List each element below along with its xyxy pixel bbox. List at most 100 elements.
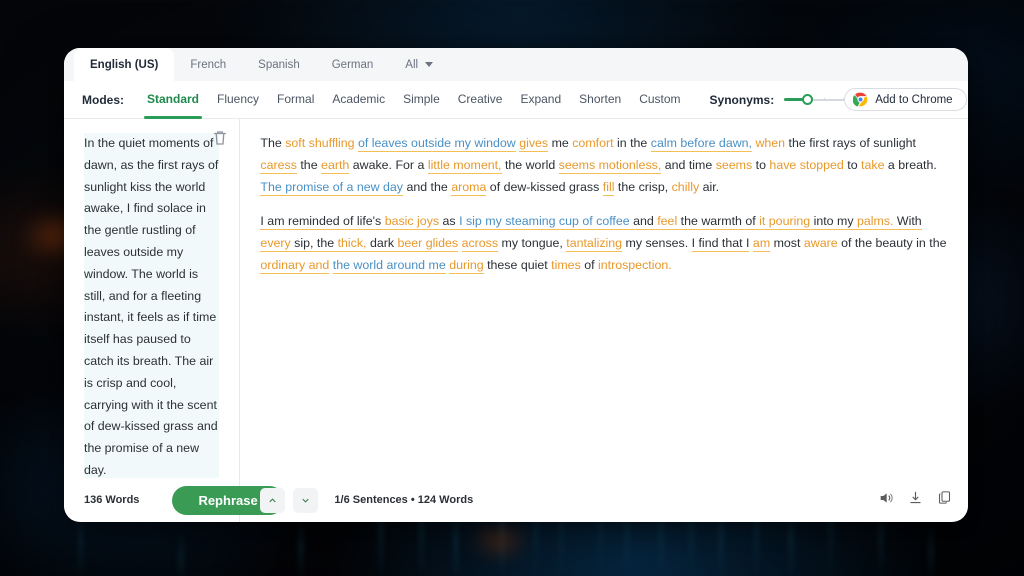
language-tab-english-us[interactable]: English (US): [74, 48, 175, 81]
output-action-icons: [878, 490, 952, 511]
synonym-token[interactable]: fill: [602, 179, 615, 196]
synonyms-slider[interactable]: [784, 93, 845, 107]
mode-standard[interactable]: Standard: [138, 81, 208, 119]
modes-bar: Modes: Standard Fluency Formal Academic …: [64, 81, 968, 119]
output-paragraph: I am reminded of life's basic joys as I …: [260, 211, 948, 276]
app-window: English (US) French Spanish German All M…: [64, 48, 968, 522]
synonyms-label: Synonyms:: [709, 92, 775, 107]
synonym-token[interactable]: times: [551, 258, 581, 272]
add-to-chrome-label: Add to Chrome: [875, 93, 953, 106]
synonym-token[interactable]: comfort: [572, 136, 613, 150]
editor-panes: In the quiet moments of dawn, as the fir…: [64, 119, 968, 522]
plain-token: The: [260, 136, 286, 150]
language-tab-french[interactable]: French: [174, 48, 242, 81]
next-sentence-button[interactable]: [293, 487, 319, 513]
synonym-token[interactable]: beer glides: [397, 236, 459, 253]
plain-token: of the beauty in the: [837, 236, 947, 251]
synonym-token[interactable]: it pouring: [759, 214, 811, 231]
chrome-icon: [853, 92, 868, 107]
synonym-token[interactable]: thick,: [337, 236, 367, 253]
language-tab-all[interactable]: All: [389, 48, 449, 81]
mode-fluency[interactable]: Fluency: [208, 81, 268, 119]
synonym-token[interactable]: am: [752, 236, 771, 253]
synonym-token[interactable]: introspection.: [598, 258, 672, 272]
sentence-info: 1/6 Sentences • 124 Words: [334, 494, 474, 506]
plain-token: I find that I: [691, 236, 750, 253]
synonym-token[interactable]: have stopped: [769, 158, 843, 172]
language-tab-label: German: [331, 58, 374, 71]
synonym-token[interactable]: palms.: [856, 214, 894, 231]
plain-token: me: [548, 136, 573, 150]
plain-token: the first rays of sunlight: [785, 136, 916, 150]
source-footer: 136 Words Rephrase: [64, 478, 284, 522]
synonym-token[interactable]: ordinary and: [260, 257, 330, 274]
plain-token: air.: [699, 179, 720, 194]
language-tab-spanish[interactable]: Spanish: [242, 48, 316, 81]
output-pane: The soft shuffling of leaves outside my …: [240, 119, 968, 522]
phrase-token[interactable]: I sip my steaming cup of coffee: [459, 214, 630, 231]
previous-sentence-button[interactable]: [260, 487, 286, 513]
speaker-icon: [880, 492, 893, 503]
add-to-chrome-button[interactable]: Add to Chrome: [844, 88, 967, 111]
synonym-token[interactable]: feel: [657, 214, 678, 231]
phrase-token[interactable]: The promise of a new day: [260, 179, 403, 196]
plain-token: the: [296, 157, 322, 172]
synonym-token[interactable]: when: [755, 136, 785, 150]
plain-token: to: [752, 157, 770, 172]
phrase-token[interactable]: calm before dawn,: [650, 136, 752, 152]
mode-academic[interactable]: Academic: [323, 81, 394, 119]
mode-shorten[interactable]: Shorten: [570, 81, 630, 119]
synonym-token[interactable]: tantalizing: [566, 236, 623, 253]
synonym-token[interactable]: take: [861, 158, 884, 172]
mode-custom[interactable]: Custom: [630, 81, 689, 119]
plain-token: in the: [613, 136, 651, 150]
synonym-token[interactable]: caress: [260, 157, 297, 174]
download-icon: [910, 491, 921, 504]
synonym-token[interactable]: during: [449, 257, 484, 274]
synonym-token[interactable]: seems: [716, 158, 753, 172]
phrase-token[interactable]: of leaves outside my window: [358, 136, 516, 152]
synonym-token[interactable]: chilly: [672, 180, 700, 194]
copy-button[interactable]: [937, 490, 952, 510]
download-button[interactable]: [908, 490, 923, 510]
synonym-token[interactable]: seems motionless,: [558, 157, 662, 174]
speaker-button[interactable]: [878, 490, 894, 511]
source-text-area[interactable]: In the quiet moments of dawn, as the fir…: [64, 119, 239, 478]
plain-token: With: [893, 214, 922, 231]
slider-thumb[interactable]: [802, 94, 814, 105]
plain-token: and the: [403, 179, 452, 194]
synonym-token[interactable]: aroma: [451, 179, 487, 196]
plain-token: the warmth of: [677, 214, 760, 231]
synonym-token[interactable]: earth: [321, 157, 350, 174]
synonym-token[interactable]: aware: [804, 236, 838, 250]
chevron-up-icon: [269, 497, 277, 502]
plain-token: I am reminded of life's: [260, 214, 385, 231]
plain-token: the world: [501, 157, 559, 172]
output-text-area[interactable]: The soft shuffling of leaves outside my …: [240, 119, 968, 478]
synonym-token[interactable]: little moment,: [427, 157, 502, 174]
mode-expand[interactable]: Expand: [511, 81, 570, 119]
plain-token: these quiet: [483, 257, 552, 272]
synonym-token[interactable]: gives: [519, 136, 549, 152]
synonym-token[interactable]: basic joys: [384, 214, 440, 231]
plain-token: of: [580, 257, 598, 272]
trash-icon[interactable]: [211, 129, 229, 147]
language-tab-bar: English (US) French Spanish German All: [64, 48, 968, 81]
plain-token: and: [629, 214, 658, 231]
output-paragraph: The soft shuffling of leaves outside my …: [260, 133, 948, 198]
source-paragraph: In the quiet moments of dawn, as the fir…: [84, 133, 220, 478]
language-tab-label: French: [190, 58, 227, 71]
phrase-token[interactable]: the world around me: [332, 257, 446, 274]
synonym-token[interactable]: soft shuffling: [285, 136, 354, 150]
plain-token: my senses.: [622, 236, 692, 251]
mode-simple[interactable]: Simple: [394, 81, 449, 119]
synonym-token[interactable]: every: [260, 236, 291, 253]
plain-token: and time: [661, 157, 716, 172]
modes-label: Modes:: [82, 92, 124, 107]
mode-creative[interactable]: Creative: [449, 81, 512, 119]
language-tab-german[interactable]: German: [316, 48, 390, 81]
language-tab-label: English (US): [90, 58, 159, 71]
plain-token: most: [770, 236, 804, 251]
mode-formal[interactable]: Formal: [268, 81, 323, 119]
synonym-token[interactable]: across: [461, 236, 499, 253]
